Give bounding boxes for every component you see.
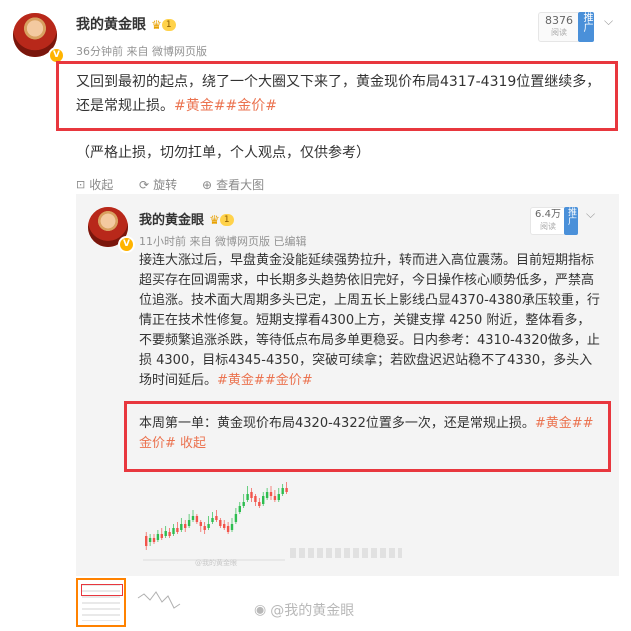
repost-source-prefix: 来自: [189, 235, 212, 248]
repost-read-count: 6.4万: [535, 209, 561, 220]
candle-body: [230, 524, 234, 530]
view-large-button[interactable]: ⊕ 查看大图: [202, 176, 264, 193]
candle-body: [262, 496, 265, 504]
repost-read-label: 阅读: [540, 222, 556, 231]
candle-body: [226, 526, 230, 532]
candle-body: [215, 516, 218, 520]
weibo-logo-icon: ◉: [254, 602, 267, 618]
edited-label[interactable]: 已编辑: [274, 235, 307, 248]
candle-body: [234, 514, 238, 522]
candle-body: [242, 502, 245, 506]
post-time[interactable]: 36分钟前: [76, 45, 123, 58]
post-body: 又回到最初的起点，绕了一个大圈又下来了，黄金现价布局4317-4319位置继续多…: [76, 74, 601, 114]
candle-body: [223, 524, 226, 528]
source-prefix: 来自: [126, 45, 149, 58]
blurred-text-placeholder: [290, 548, 402, 558]
repost-time[interactable]: 11小时前: [139, 235, 186, 248]
collapse-label: 收起: [89, 178, 114, 192]
candle-body: [184, 524, 187, 528]
tag-gold[interactable]: #黄金#: [174, 98, 225, 114]
candle-body: [269, 492, 273, 496]
rotate-icon: ⟳: [139, 177, 150, 192]
repost-body: 接连大涨过后，早盘黄金没能延续强势拉升，转而进入高位震荡。目前短期指标超买存在回…: [139, 253, 600, 388]
zoom-icon: ⊕: [202, 177, 213, 192]
collapse-button[interactable]: ⊡ 收起: [76, 176, 113, 193]
repost-text: 接连大涨过后，早盘黄金没能延续强势拉升，转而进入高位震荡。目前短期指标超买存在回…: [139, 251, 601, 391]
push-button[interactable]: 推广: [578, 12, 594, 42]
candle-body: [187, 520, 191, 526]
rotate-button[interactable]: ⟳ 旋转: [139, 176, 177, 193]
candle-body: [176, 528, 179, 532]
candle-body: [281, 488, 284, 494]
read-label: 阅读: [551, 28, 567, 37]
candle-body: [195, 516, 199, 522]
candle-body: [156, 534, 160, 540]
highlight-tag-gold[interactable]: #黄金#: [535, 416, 583, 431]
repost-author-name[interactable]: 我的黄金眼: [139, 213, 204, 228]
chevron-down-icon[interactable]: ⌵: [604, 14, 613, 29]
candle-body: [211, 518, 214, 522]
candle-body: [180, 524, 183, 530]
repost-crown-icon: ♛: [209, 212, 220, 227]
candle-body: [250, 492, 253, 498]
repost-read-count-box: 6.4万 阅读: [530, 207, 566, 235]
candle-body: [219, 520, 222, 526]
post-note: （严格止损，切勿扛单，个人观点，仅供参考）: [76, 145, 370, 161]
candlestick-chart-graphic: [143, 482, 288, 561]
thumbnail-1[interactable]: [76, 578, 126, 627]
repost-source[interactable]: 微博网页版: [215, 235, 270, 248]
weibo-watermark: ◉ @我的黄金眼: [254, 600, 354, 620]
collapse-icon: ⊡: [76, 178, 86, 191]
repost-chevron-down-icon[interactable]: ⌵: [586, 207, 595, 222]
tag-gold-price[interactable]: #金价#: [225, 98, 276, 114]
candlestick-chart-image[interactable]: @我的黄金眼: [139, 476, 289, 568]
level-badge: 1: [161, 18, 176, 31]
post-source[interactable]: 微博网页版: [152, 45, 207, 58]
repost-push-button[interactable]: 推广: [564, 207, 578, 235]
candle-body: [265, 492, 269, 498]
crown-icon: ♛: [151, 17, 162, 32]
thumbnail-1-redbox: [81, 584, 123, 596]
repost-level-badge: 1: [219, 213, 234, 226]
candle-body: [246, 494, 249, 500]
candle-body: [203, 526, 206, 530]
candle-body: [238, 506, 241, 512]
candle-body: [254, 496, 257, 502]
author-name[interactable]: 我的黄金眼: [76, 17, 146, 33]
candle-body: [160, 534, 163, 538]
rotate-label: 旋转: [153, 178, 178, 192]
candle-body: [148, 538, 152, 542]
repost-collapse-link[interactable]: 收起: [180, 436, 206, 451]
highlight-body: 本周第一单：黄金现价布局4320-4322位置多一次，还是常规止损。: [139, 416, 535, 431]
repost-verified-badge-icon: V: [118, 236, 135, 253]
read-count-box: 8376 阅读: [538, 12, 580, 42]
thumbnail-2[interactable]: [134, 578, 186, 627]
post-text: 又回到最初的起点，绕了一个大圈又下来了，黄金现价布局4317-4319位置继续多…: [76, 70, 606, 118]
view-large-label: 查看大图: [216, 178, 265, 192]
candle-body: [164, 531, 167, 536]
candle-body: [168, 532, 171, 536]
push-label: 推广: [581, 12, 592, 32]
candle-body: [277, 494, 280, 500]
read-count: 8376: [545, 14, 573, 27]
candle-body: [191, 516, 195, 520]
repost-tag-gold[interactable]: #黄金#: [217, 373, 265, 388]
candle-body: [152, 538, 156, 542]
candle-body: [172, 528, 175, 534]
thumbnail-2-chart-graphic: [137, 591, 181, 609]
candle-body: [145, 536, 148, 546]
candle-body: [199, 522, 202, 526]
candle-body: [258, 502, 261, 506]
candle-body: [207, 524, 210, 528]
chart-image-watermark: @我的黄金眼: [195, 559, 237, 567]
repost-push-label: 推广: [566, 207, 576, 225]
watermark-text: @我的黄金眼: [270, 603, 355, 619]
candle-body: [285, 488, 288, 492]
repost-highlight-text: 本周第一单：黄金现价布局4320-4322位置多一次，还是常规止损。#黄金##金…: [139, 414, 601, 454]
candle-body: [273, 496, 277, 500]
repost-tag-gold-price[interactable]: #金价#: [265, 373, 313, 388]
